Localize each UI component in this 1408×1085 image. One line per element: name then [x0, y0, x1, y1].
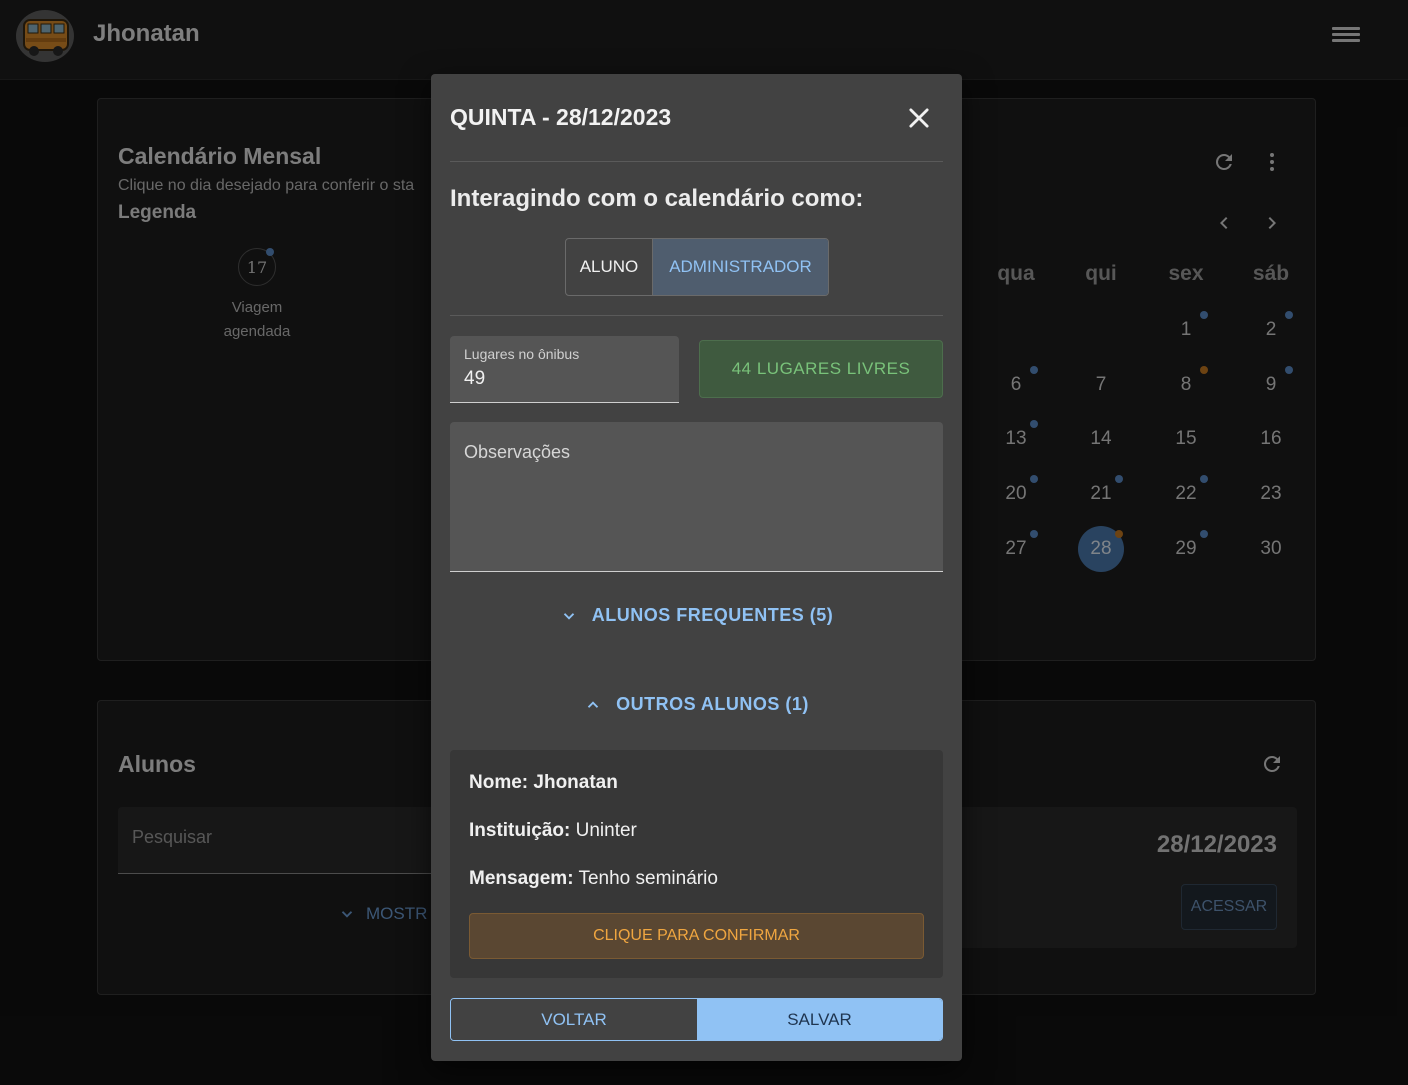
role-admin-button[interactable]: ADMINISTRADOR: [653, 239, 828, 295]
role-aluno-button[interactable]: ALUNO: [566, 239, 653, 295]
other-students-toggle[interactable]: OUTROS ALUNOS (1): [431, 694, 962, 715]
student-name: Nome: Jhonatan: [469, 772, 618, 793]
dialog-title: QUINTA - 28/12/2023: [450, 104, 672, 130]
interacting-label: Interagindo com o calendário como:: [450, 185, 864, 212]
seats-field[interactable]: Lugares no ônibus 49: [450, 336, 679, 403]
save-button[interactable]: SALVAR: [697, 999, 942, 1040]
chevron-up-icon: [587, 700, 599, 708]
other-students-label: OUTROS ALUNOS (1): [616, 694, 809, 714]
free-seats-badge: 44 LUGARES LIVRES: [699, 340, 943, 398]
divider: [450, 161, 943, 162]
seats-input[interactable]: 49: [464, 368, 485, 390]
close-icon[interactable]: [905, 104, 933, 132]
seats-label: Lugares no ônibus: [464, 346, 580, 362]
role-toggle: ALUNO ADMINISTRADOR: [565, 238, 829, 296]
observations-field[interactable]: [450, 422, 943, 572]
back-button[interactable]: VOLTAR: [451, 999, 697, 1040]
divider: [450, 315, 943, 316]
observations-textarea[interactable]: [464, 442, 929, 557]
student-institution: Instituição: Uninter: [469, 820, 637, 841]
student-card: Nome: Jhonatan Instituição: Uninter Mens…: [450, 750, 943, 978]
day-dialog: QUINTA - 28/12/2023 Interagindo com o ca…: [431, 74, 962, 1061]
frequent-students-label: ALUNOS FREQUENTES (5): [591, 605, 834, 625]
dialog-actions: VOLTAR SALVAR: [450, 998, 943, 1041]
confirm-button[interactable]: CLIQUE PARA CONFIRMAR: [469, 913, 924, 959]
chevron-down-icon: [563, 612, 574, 620]
student-message: Mensagem: Tenho seminário: [469, 868, 718, 889]
frequent-students-toggle[interactable]: ALUNOS FREQUENTES (5): [431, 605, 962, 626]
